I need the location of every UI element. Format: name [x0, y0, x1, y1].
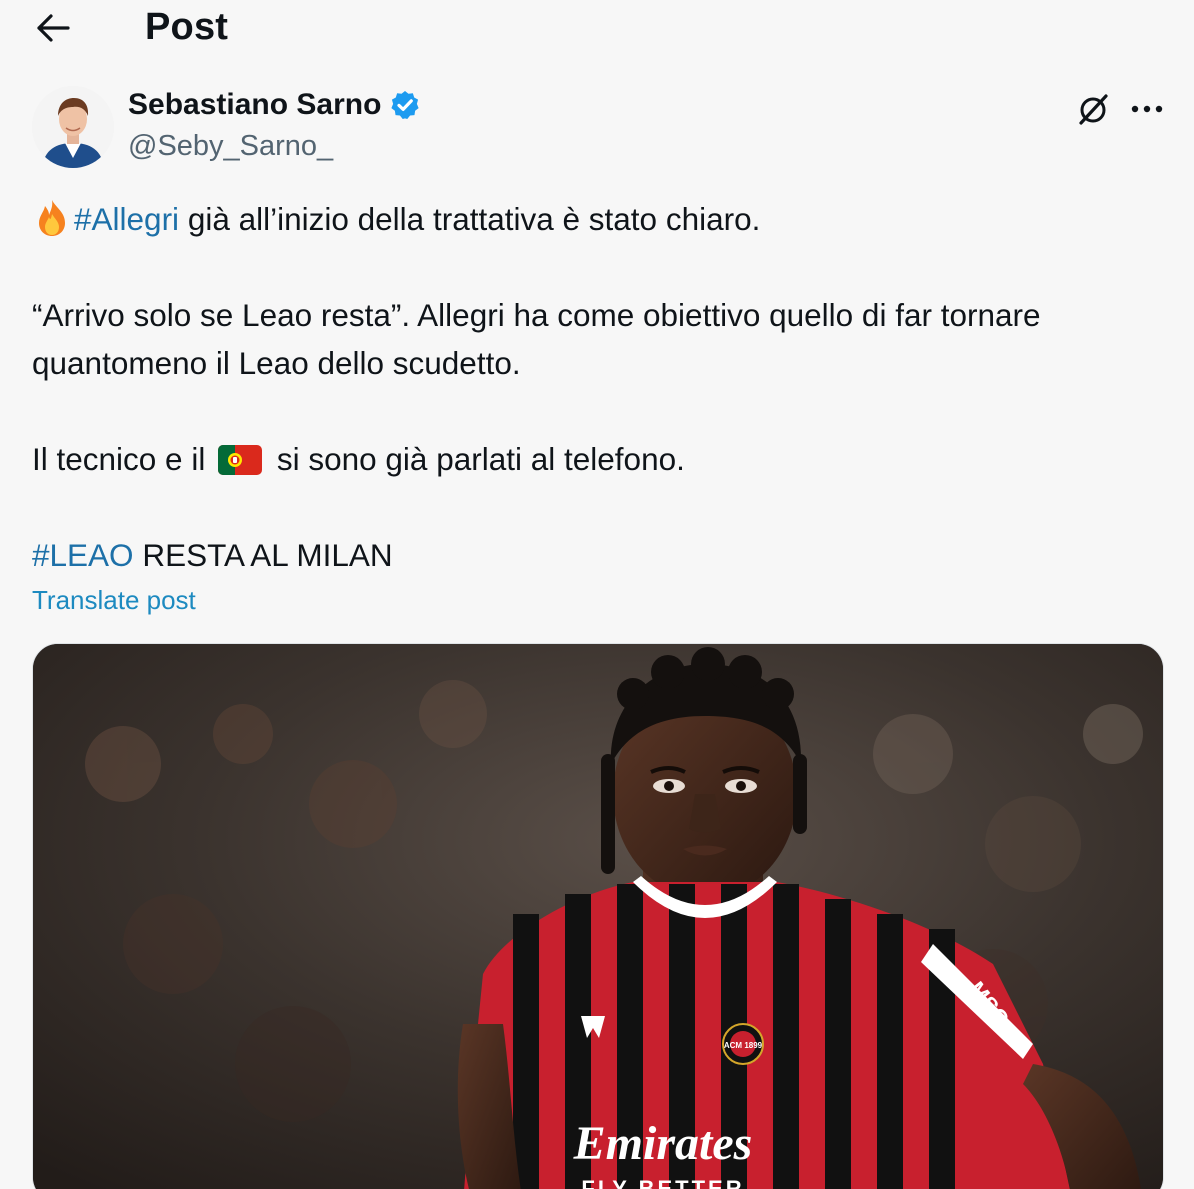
hashtag-allegri[interactable]: #Allegri — [74, 201, 179, 237]
shirt-sponsor-line2-text: FLY BETTER — [581, 1176, 744, 1189]
back-button[interactable] — [30, 8, 76, 48]
post-line-3: Il tecnico e il si sono già parlati al t… — [32, 435, 1172, 483]
page-title: Post — [145, 6, 229, 48]
crest-text: ACM 1899 — [724, 1041, 763, 1050]
arrow-left-icon — [37, 14, 70, 42]
verified-badge-icon — [391, 91, 420, 119]
hashtag-leao[interactable]: #LEAO — [32, 537, 134, 573]
more-horizontal-icon — [1131, 105, 1163, 113]
portugal-flag-icon — [218, 445, 263, 475]
post-image[interactable]: ACM 1899 MSC Emirates FLY BETTER — [32, 643, 1164, 1189]
post-line-1-text: già all’inizio della trattativa è stato … — [179, 201, 761, 237]
post-line-2: “Arrivo solo se Leao resta”. Allegri ha … — [32, 297, 1041, 381]
author-handle[interactable]: @Seby_Sarno_ — [128, 130, 333, 163]
post-line-4: #LEAO RESTA AL MILAN — [32, 531, 1172, 579]
post-text: #Allegri già all’inizio della trattativa… — [32, 195, 1172, 579]
grok-icon — [1079, 94, 1108, 125]
post-line-1: #Allegri già all’inizio della trattativa… — [32, 195, 1172, 243]
top-bar: Post — [0, 0, 1194, 60]
post-line-4-text: RESTA AL MILAN — [133, 537, 393, 573]
author-name[interactable]: Sebastiano Sarno — [128, 88, 421, 122]
post-line-3-text-before: Il tecnico e il — [32, 441, 215, 477]
translate-post-link[interactable]: Translate post — [32, 585, 196, 616]
avatar[interactable] — [32, 86, 114, 168]
author-row: Sebastiano Sarno @Seby_Sarno_ — [0, 80, 1194, 180]
shirt-sponsor-text: Emirates — [573, 1117, 753, 1170]
fire-emoji-icon — [39, 200, 65, 236]
more-options-button[interactable] — [1124, 86, 1170, 132]
author-name-text: Sebastiano Sarno — [128, 88, 382, 121]
post-line-3-text-after: si sono già parlati al telefono. — [268, 441, 685, 477]
grok-button[interactable] — [1070, 86, 1116, 132]
